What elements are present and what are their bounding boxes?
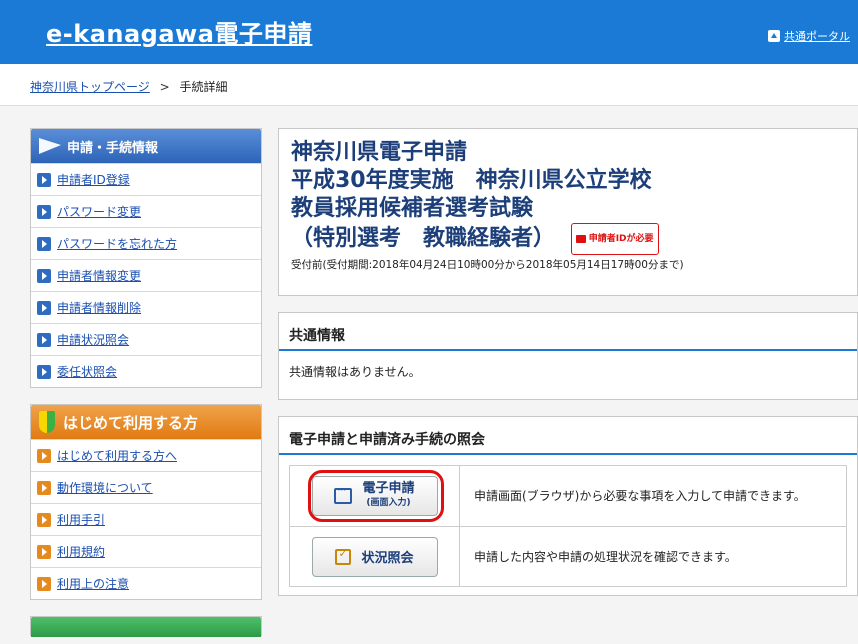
sidebar-item-register-id[interactable]: 申請者ID登録 bbox=[31, 163, 261, 195]
site-title-link[interactable]: e-kanagawa電子申請 bbox=[46, 14, 312, 49]
arrow-right-icon bbox=[37, 544, 51, 559]
arrow-right-icon bbox=[37, 448, 51, 463]
id-required-badge: 申請者IDが必要 bbox=[570, 223, 659, 255]
common-info-card: 共通情報 共通情報はありません。 bbox=[278, 312, 858, 400]
sidebar-section-header: はじめて利用する方 bbox=[31, 405, 261, 439]
procedure-title-text: （特別選考 教職経験者） bbox=[291, 226, 556, 251]
application-table: 電子申請 (画面入力) 申請画面(ブラウザ)から必要な事項を入力して申請できます… bbox=[289, 465, 847, 587]
sidebar-item-label[interactable]: 動作環境について bbox=[57, 479, 153, 496]
sidebar-section-more bbox=[30, 616, 262, 637]
procedure-title-line: 教員採用候補者選考試験 bbox=[291, 196, 534, 221]
arrow-right-icon bbox=[37, 480, 51, 495]
sidebar-item-proxy-inquiry[interactable]: 委任状照会 bbox=[31, 355, 261, 387]
table-row: 状況照会 申請した内容や申請の処理状況を確認できます。 bbox=[290, 526, 846, 586]
checkbox-icon bbox=[335, 547, 352, 565]
site-header: e-kanagawa電子申請 共通ポータル bbox=[0, 0, 858, 64]
sidebar-item-label[interactable]: 利用上の注意 bbox=[57, 575, 129, 592]
arrow-right-icon bbox=[37, 236, 51, 251]
highlight-annotation bbox=[308, 470, 444, 522]
row-description: 申請した内容や申請の処理状況を確認できます。 bbox=[474, 549, 737, 564]
main-content: 神奈川県電子申請 平成30年度実施 神奈川県公立学校 教員採用候補者選考試験 （… bbox=[278, 128, 858, 612]
sidebar-item-change-info[interactable]: 申請者情報変更 bbox=[31, 259, 261, 291]
sidebar-section-title: 申請・手続情報 bbox=[67, 140, 159, 156]
sidebar-item-label[interactable]: 申請者情報削除 bbox=[57, 299, 141, 316]
status-inquiry-button[interactable]: 状況照会 bbox=[311, 536, 438, 577]
procedure-title-line: 平成30年度実施 神奈川県公立学校 bbox=[291, 168, 652, 193]
sidebar-item-status-inquiry[interactable]: 申請状況照会 bbox=[31, 323, 261, 355]
sidebar-item-notes[interactable]: 利用上の注意 bbox=[31, 567, 261, 599]
breadcrumb: 神奈川県トップページ > 手続詳細 bbox=[0, 64, 858, 106]
sidebar-item-forgot-password[interactable]: パスワードを忘れた方 bbox=[31, 227, 261, 259]
sidebar-item-label[interactable]: はじめて利用する方へ bbox=[57, 447, 177, 464]
application-card: 電子申請と申請済み手続の照会 電子申請 (画面入力) 申請画面(ブラウザ)から必… bbox=[278, 416, 858, 596]
arrow-right-icon bbox=[37, 364, 51, 379]
arrow-right-icon bbox=[37, 332, 51, 347]
sidebar-item-label[interactable]: 申請者情報変更 bbox=[57, 267, 141, 284]
row-description: 申請画面(ブラウザ)から必要な事項を入力して申請できます。 bbox=[474, 489, 806, 503]
common-portal-link[interactable]: 共通ポータル bbox=[768, 28, 850, 44]
id-card-icon bbox=[575, 235, 586, 243]
sidebar-item-label[interactable]: 委任状照会 bbox=[57, 363, 117, 380]
arrow-right-icon bbox=[37, 204, 51, 219]
button-cell: 電子申請 (画面入力) bbox=[290, 466, 460, 526]
arrow-right-icon bbox=[37, 576, 51, 591]
button-main-label: 状況照会 bbox=[361, 551, 414, 566]
sidebar-section-procedures: 申請・手続情報 申請者ID登録 パスワード変更 パスワードを忘れた方 申請者情報… bbox=[30, 128, 262, 388]
sidebar-item-label[interactable]: パスワード変更 bbox=[57, 203, 141, 220]
sidebar-section-header bbox=[31, 617, 261, 637]
common-info-body: 共通情報はありません。 bbox=[289, 365, 421, 379]
common-info-heading: 共通情報 bbox=[279, 313, 857, 351]
sidebar-item-terms[interactable]: 利用規約 bbox=[31, 535, 261, 567]
sidebar-item-label[interactable]: パスワードを忘れた方 bbox=[57, 235, 177, 252]
sidebar-section-title: はじめて利用する方 bbox=[63, 413, 199, 432]
arrow-right-icon bbox=[37, 172, 51, 187]
paper-plane-icon bbox=[39, 138, 61, 154]
application-heading: 電子申請と申請済み手続の照会 bbox=[279, 417, 857, 455]
breadcrumb-separator: > bbox=[159, 80, 170, 94]
sidebar: 申請・手続情報 申請者ID登録 パスワード変更 パスワードを忘れた方 申請者情報… bbox=[30, 128, 262, 644]
beginner-mark-icon bbox=[39, 411, 55, 433]
arrow-right-icon bbox=[37, 300, 51, 315]
button-cell: 状況照会 bbox=[290, 527, 460, 586]
sidebar-section-beginners: はじめて利用する方 はじめて利用する方へ 動作環境について 利用手引 利用規約 … bbox=[30, 404, 262, 600]
sidebar-item-guide[interactable]: 利用手引 bbox=[31, 503, 261, 535]
sidebar-item-label[interactable]: 申請状況照会 bbox=[57, 331, 129, 348]
procedure-title-line: （特別選考 教職経験者） 申請者IDが必要 bbox=[291, 223, 845, 255]
procedure-title-line: 神奈川県電子申請 bbox=[291, 140, 468, 165]
arrow-right-icon bbox=[37, 268, 51, 283]
procedure-title-card: 神奈川県電子申請 平成30年度実施 神奈川県公立学校 教員採用候補者選考試験 （… bbox=[278, 128, 858, 296]
id-required-label: 申請者IDが必要 bbox=[588, 234, 654, 244]
sidebar-item-first-time[interactable]: はじめて利用する方へ bbox=[31, 439, 261, 471]
arrow-up-icon bbox=[768, 30, 780, 42]
table-row: 電子申請 (画面入力) 申請画面(ブラウザ)から必要な事項を入力して申請できます… bbox=[290, 466, 846, 526]
sidebar-item-change-password[interactable]: パスワード変更 bbox=[31, 195, 261, 227]
sidebar-item-label[interactable]: 利用手引 bbox=[57, 511, 105, 528]
sidebar-section-header: 申請・手続情報 bbox=[31, 129, 261, 163]
arrow-right-icon bbox=[37, 512, 51, 527]
reception-period: 受付前(受付期間:2018年04月24日10時00分から2018年05月14日1… bbox=[291, 259, 684, 271]
sidebar-item-label[interactable]: 利用規約 bbox=[57, 543, 105, 560]
sidebar-item-environment[interactable]: 動作環境について bbox=[31, 471, 261, 503]
breadcrumb-current: 手続詳細 bbox=[179, 80, 228, 94]
sidebar-item-delete-info[interactable]: 申請者情報削除 bbox=[31, 291, 261, 323]
sidebar-item-label[interactable]: 申請者ID登録 bbox=[57, 171, 130, 188]
common-portal-label: 共通ポータル bbox=[784, 30, 850, 43]
breadcrumb-top-link[interactable]: 神奈川県トップページ bbox=[30, 80, 150, 94]
